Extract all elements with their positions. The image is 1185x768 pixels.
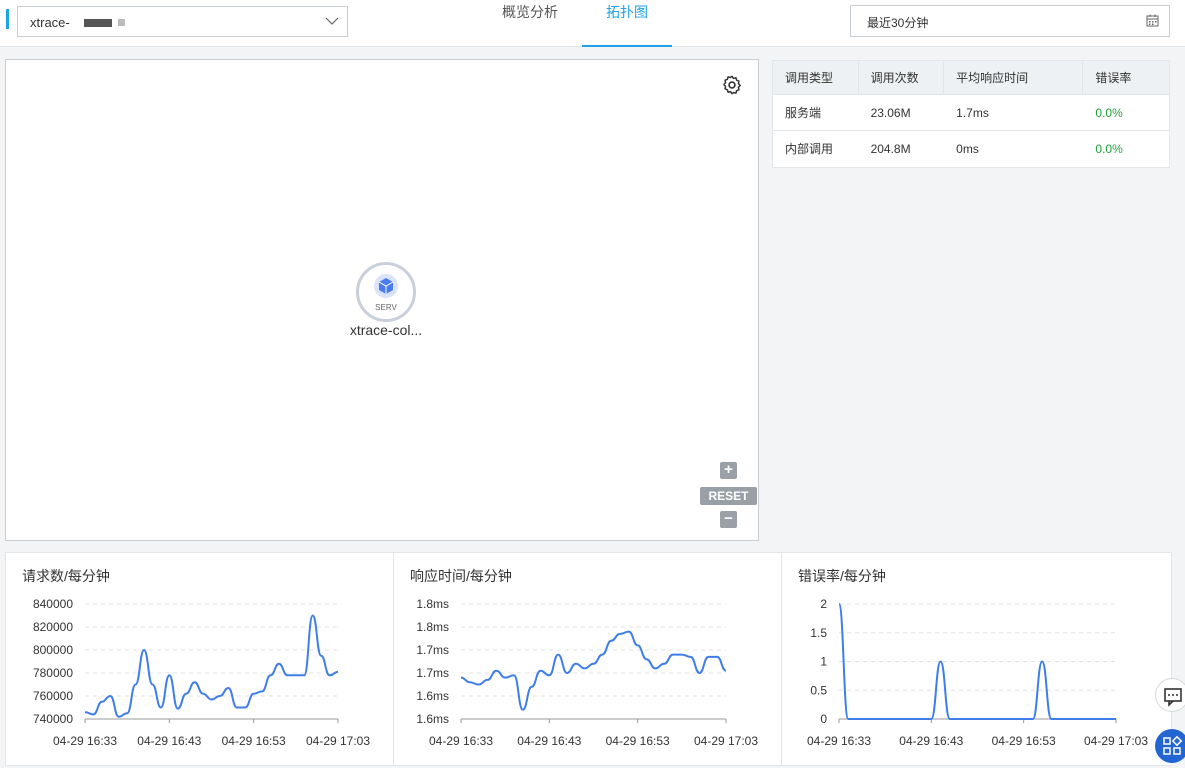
call-type-table: 调用类型 调用次数 平均响应时间 错误率 服务端 23.06M 1.7ms 0.…	[772, 60, 1170, 168]
y-tick-label: 0.5	[810, 683, 827, 697]
node-badge: SERV	[375, 303, 397, 312]
call-type: 内部调用	[785, 142, 834, 156]
avg-response: 1.7ms	[956, 106, 989, 120]
application-select[interactable]: xtrace-	[17, 6, 348, 37]
chat-icon	[1164, 688, 1182, 707]
x-tick-label: 04-29 16:33	[53, 734, 117, 748]
y-tick-label: 840000	[33, 597, 73, 611]
topology-canvas[interactable]: SERV xtrace-col... + RESET −	[5, 59, 759, 541]
series-line	[460, 630, 727, 711]
application-select-value: xtrace-	[30, 15, 70, 30]
chart-svg: 740000 760000 780000 800000 820000 840000 04-2…	[33, 597, 370, 748]
call-count: 204.8M	[870, 142, 911, 156]
x-tick-label: 04-29 16:53	[606, 734, 670, 748]
chart-svg: 0 0.5 1 1.5 2 04-29 16:33 04-29 16:43 04-29 16:…	[807, 597, 1148, 748]
y-tick-label: 1.8ms	[416, 597, 449, 611]
y-tick-label: 1.5	[810, 626, 827, 640]
call-type: 服务端	[785, 106, 822, 120]
y-tick-label: 740000	[33, 712, 73, 726]
response-time-chart-panel: 响应时间/每分钟 1.6ms 1.6ms 1.7ms 1.7ms 1.8ms 1.8ms 0…	[393, 552, 782, 766]
chart-svg: 1.6ms 1.6ms 1.7ms 1.7ms 1.8ms 1.8ms 04-29 16:3…	[416, 597, 758, 748]
y-tick-label: 1.7ms	[416, 643, 449, 657]
table-header: 调用类型 调用次数 平均响应时间 错误率	[773, 61, 1169, 95]
time-range-value: 最近30分钟	[867, 16, 929, 30]
call-count: 23.06M	[870, 106, 911, 120]
redacted-block	[84, 19, 112, 27]
error-rate: 0.0%	[1095, 106, 1123, 120]
requests-chart-panel: 请求数/每分钟 740000 760000 780000 800000 820000 84…	[5, 552, 394, 766]
cube-icon	[374, 274, 398, 298]
y-tick-label: 1.8ms	[416, 620, 449, 634]
grid-icon	[1163, 735, 1183, 755]
y-tick-label: 1.7ms	[416, 666, 449, 680]
y-tick-label: 0	[820, 712, 827, 726]
avg-response: 0ms	[956, 142, 979, 156]
node-label: xtrace-col...	[349, 322, 423, 338]
calendar-icon	[1146, 14, 1159, 27]
x-tick-label: 04-29 16:43	[517, 734, 581, 748]
x-tick-label: 04-29 16:53	[992, 734, 1056, 748]
service-node[interactable]: SERV	[356, 262, 416, 322]
table-row: 服务端 23.06M 1.7ms 0.0%	[773, 95, 1169, 131]
x-tick-label: 04-29 16:53	[222, 734, 286, 748]
column-header: 错误率	[1095, 71, 1132, 85]
x-tick-label: 04-29 16:43	[137, 734, 201, 748]
y-tick-label: 760000	[33, 689, 73, 703]
x-tick-label: 04-29 17:03	[1084, 734, 1148, 748]
time-range-picker[interactable]: 最近30分钟	[850, 5, 1170, 37]
zoom-in-button[interactable]: +	[720, 462, 737, 479]
column-header: 平均响应时间	[944, 61, 1084, 94]
error-rate-chart-panel: 错误率/每分钟 0 0.5 1 1.5 2 04-29 16:33 04-29 16:43 0…	[781, 552, 1172, 766]
chevron-down-icon	[325, 17, 339, 25]
x-tick-label: 04-29 16:33	[807, 734, 871, 748]
error-rate: 0.0%	[1095, 142, 1123, 156]
tab-overview[interactable]: 概览分析	[490, 0, 570, 47]
gear-icon[interactable]	[721, 74, 743, 96]
column-header: 调用次数	[859, 61, 945, 94]
tab-topology[interactable]: 拓扑图	[582, 0, 672, 47]
y-tick-label: 2	[820, 597, 827, 611]
x-tick-label: 04-29 16:43	[899, 734, 963, 748]
y-tick-label: 780000	[33, 666, 73, 680]
y-tick-label: 1.6ms	[416, 689, 449, 703]
y-tick-label: 800000	[33, 643, 73, 657]
redacted-block	[118, 19, 125, 26]
top-bar: xtrace- 概览分析 拓扑图 最近30分钟	[0, 0, 1185, 47]
table-row: 内部调用 204.8M 0ms 0.0%	[773, 131, 1169, 167]
reset-button[interactable]: RESET	[700, 487, 757, 505]
series-line	[84, 614, 339, 718]
x-tick-label: 04-29 16:33	[429, 734, 493, 748]
x-tick-label: 04-29 17:03	[694, 734, 758, 748]
y-tick-label: 1.6ms	[416, 712, 449, 726]
y-tick-label: 820000	[33, 620, 73, 634]
apps-button[interactable]	[1155, 729, 1185, 763]
zoom-out-button[interactable]: −	[720, 511, 737, 528]
column-header: 调用类型	[773, 61, 859, 94]
y-tick-label: 1	[820, 655, 827, 669]
x-tick-label: 04-29 17:03	[306, 734, 370, 748]
accent-bar	[6, 9, 9, 29]
feedback-button[interactable]	[1155, 678, 1185, 712]
